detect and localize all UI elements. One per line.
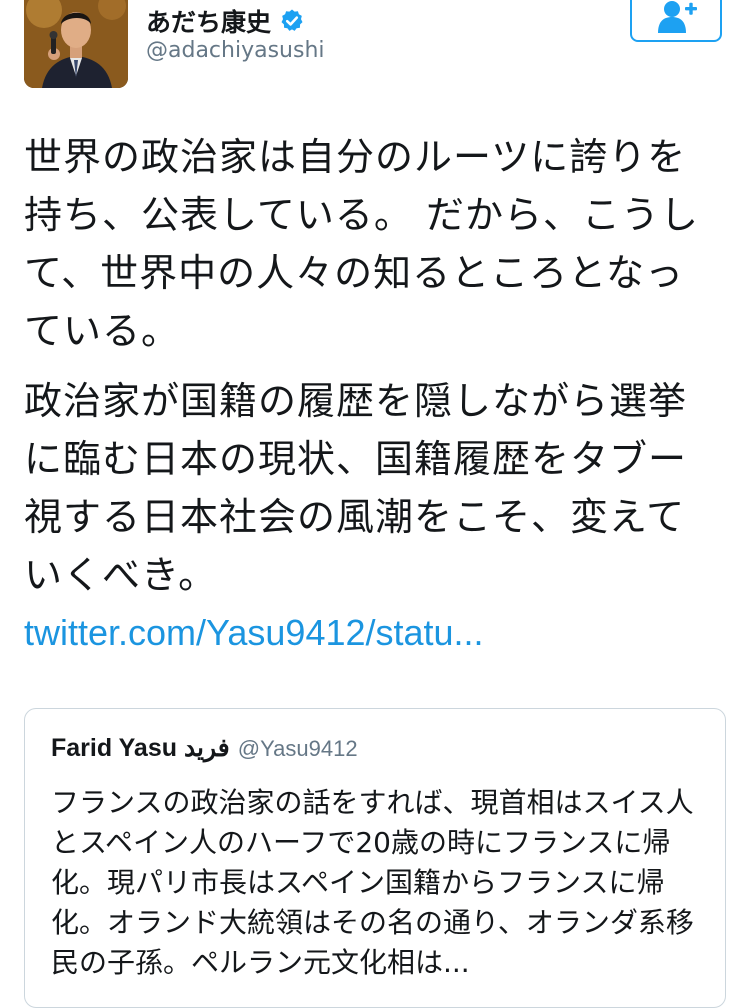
quoted-tweet-author-name: Farid Yasu فريد xyxy=(51,734,230,762)
tweet-header: あだち康史 @adachiyasushi xyxy=(0,0,750,100)
avatar[interactable] xyxy=(24,0,128,88)
follow-button[interactable] xyxy=(630,0,722,42)
verified-badge-icon xyxy=(279,8,305,34)
tweet-paragraph: 政治家が国籍の履歴を隠しながら選挙に臨む日本の現状、国籍履歴をタブー視する日本社… xyxy=(24,379,688,597)
quoted-tweet-text: フランスの政治家の話をすれば、現首相はスイス人とスペイン人のハーフで20歳の時に… xyxy=(51,786,694,979)
display-name[interactable]: あだち康史 xyxy=(146,3,305,39)
user-handle[interactable]: @adachiyasushi xyxy=(146,38,325,63)
display-name-text[interactable]: あだち康史 xyxy=(146,3,271,39)
add-user-icon xyxy=(658,1,697,33)
quoted-tweet-header: Farid Yasu فريد @Yasu9412 xyxy=(51,733,358,763)
tweet-paragraph: 世界の政治家は自分のルーツに誇りを持ち、公表している。 だから、こうして、世界中… xyxy=(24,135,699,353)
quoted-tweet-card[interactable]: Farid Yasu فريد @Yasu9412 フランスの政治家の話をすれば… xyxy=(24,708,726,1008)
tweet-text: 世界の政治家は自分のルーツに誇りを持ち、公表している。 だから、こうして、世界中… xyxy=(24,128,714,616)
quoted-tweet-author-handle: @Yasu9412 xyxy=(237,736,358,761)
tweet-link[interactable]: twitter.com/Yasu9412/statu... xyxy=(24,612,484,654)
